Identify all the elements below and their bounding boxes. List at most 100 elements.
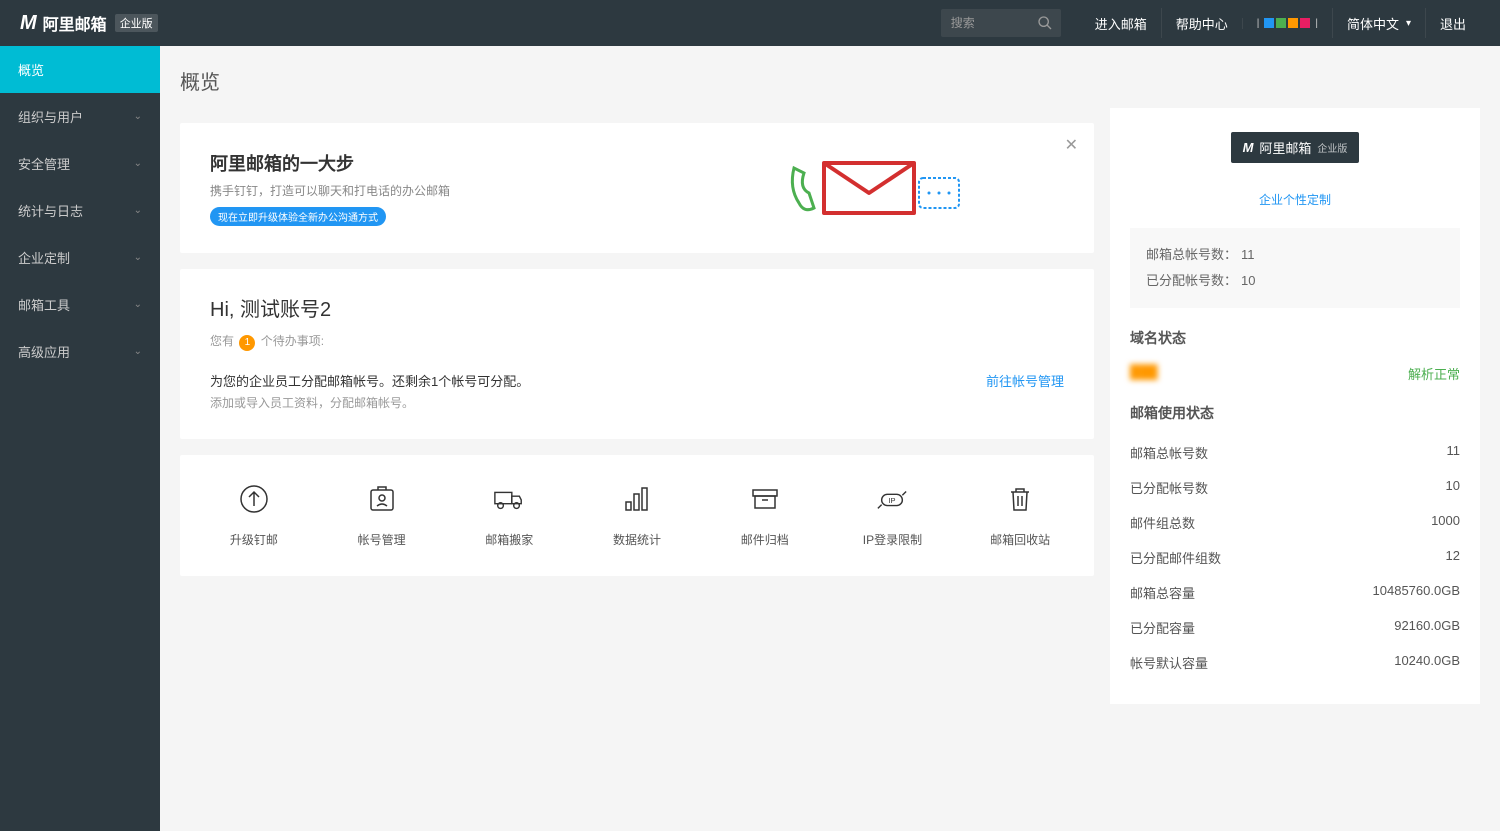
usage-label: 已分配邮件组数 — [1130, 548, 1221, 567]
upgrade-icon — [238, 483, 270, 515]
trash-icon — [1004, 483, 1036, 515]
assign-subtext: 添加或导入员工资料，分配邮箱帐号。 — [210, 394, 529, 411]
todo-count-badge: 1 — [239, 335, 255, 351]
qa-label: 邮件归档 — [701, 531, 829, 548]
chevron-down-icon: ⌄ — [134, 205, 142, 216]
chevron-down-icon: ⌄ — [134, 299, 142, 310]
language-selector[interactable]: 简体中文 — [1332, 8, 1425, 38]
usage-row: 已分配容量 92160.0GB — [1130, 610, 1460, 645]
qa-label: 帐号管理 — [318, 531, 446, 548]
account-icon — [366, 483, 398, 515]
sidebar-item-label: 邮箱工具 — [18, 295, 70, 314]
logo-icon: M — [20, 12, 35, 35]
banner-title: 阿里邮箱的一大步 — [210, 150, 450, 176]
sidebar-item-enterprise-custom[interactable]: 企业定制 ⌄ — [0, 234, 160, 281]
banner-cta-pill[interactable]: 现在立即升级体验全新办公沟通方式 — [210, 207, 386, 226]
sidebar-item-stats-logs[interactable]: 统计与日志 ⌄ — [0, 187, 160, 234]
qa-upgrade-dingmail[interactable]: 升级钉邮 — [190, 475, 318, 556]
usage-label: 已分配容量 — [1130, 618, 1195, 637]
stat-value: 11 — [1241, 242, 1255, 268]
sidebar-item-security[interactable]: 安全管理 ⌄ — [0, 140, 160, 187]
top-header: M 阿里邮箱 企业版 进入邮箱 帮助中心 | | 简体中文 退出 — [0, 0, 1500, 46]
assign-text: 为您的企业员工分配邮箱帐号。还剩余1个帐号可分配。 — [210, 371, 529, 390]
truck-icon — [493, 483, 525, 515]
usage-row: 已分配帐号数10 — [1130, 470, 1460, 505]
logo-text: 阿里邮箱 — [43, 11, 107, 35]
promo-banner: 阿里邮箱的一大步 携手钉钉，打造可以聊天和打电话的办公邮箱 现在立即升级体验全新… — [180, 123, 1094, 253]
stat-label: 邮箱总帐号数： — [1146, 242, 1237, 268]
sidebar-item-label: 安全管理 — [18, 154, 70, 173]
sidebar-item-org-users[interactable]: 组织与用户 ⌄ — [0, 93, 160, 140]
usage-value: 1000 — [1431, 513, 1460, 532]
sidebar-item-overview[interactable]: 概览 — [0, 46, 160, 93]
sidebar-item-label: 概览 — [18, 60, 44, 79]
usage-row: 邮箱总容量 10485760.0GB — [1130, 575, 1460, 610]
banner-illustration — [450, 148, 1064, 228]
usage-value: 10 — [1446, 478, 1460, 497]
domain-name-hidden: ███ — [1130, 364, 1158, 383]
usage-value: 11 — [1447, 443, 1461, 462]
usage-row: 邮件组总数 1000 — [1130, 505, 1460, 540]
qa-label: 升级钉邮 — [190, 531, 318, 548]
qa-data-stats[interactable]: 数据统计 — [573, 475, 701, 556]
logo-badge: 企业版 — [115, 14, 158, 32]
qa-label: 邮箱回收站 — [956, 531, 1084, 548]
theme-swatches[interactable]: | | — [1242, 18, 1332, 29]
brand-text: 阿里邮箱 — [1259, 138, 1311, 157]
domain-status-value: 解析正常 — [1408, 364, 1460, 383]
qa-mail-migration[interactable]: 邮箱搬家 — [445, 475, 573, 556]
usage-label: 帐号默认容量 — [1130, 653, 1208, 672]
usage-value: 10485760.0GB — [1373, 583, 1460, 602]
help-center-link[interactable]: 帮助中心 — [1161, 8, 1242, 38]
sidebar-item-mail-tools[interactable]: 邮箱工具 ⌄ — [0, 281, 160, 328]
usage-label: 邮箱总帐号数 — [1130, 443, 1208, 462]
sidebar-item-advanced[interactable]: 高级应用 ⌄ — [0, 328, 160, 375]
usage-status-title: 邮箱使用状态 — [1130, 403, 1460, 423]
todo-suffix: 个待办事项: — [261, 334, 324, 348]
qa-ip-login-limit[interactable]: IP IP登录限制 — [829, 475, 957, 556]
qa-mail-trash[interactable]: 邮箱回收站 — [956, 475, 1084, 556]
enterprise-custom-link[interactable]: 企业个性定制 — [1130, 191, 1460, 208]
usage-row: 帐号默认容量 10240.0GB — [1130, 645, 1460, 680]
banner-subtitle: 携手钉钉，打造可以聊天和打电话的办公邮箱 — [210, 182, 450, 199]
qa-label: 数据统计 — [573, 531, 701, 548]
usage-label: 邮件组总数 — [1130, 513, 1195, 532]
quick-actions-card: 升级钉邮 帐号管理 邮箱搬家 数据统计 邮件归档 — [180, 455, 1094, 576]
right-panel: M 阿里邮箱 企业版 企业个性定制 邮箱总帐号数： 11 已分配帐号数： 10 — [1110, 108, 1480, 704]
enter-mail-link[interactable]: 进入邮箱 — [1081, 8, 1161, 38]
chart-icon — [621, 483, 653, 515]
todo-prefix: 您有 — [210, 334, 234, 348]
ip-icon: IP — [876, 483, 908, 515]
usage-row: 邮箱总帐号数 11 — [1130, 435, 1460, 470]
todo-line: 您有 1 个待办事项: — [210, 332, 1064, 351]
sidebar-item-label: 企业定制 — [18, 248, 70, 267]
stat-box: 邮箱总帐号数： 11 已分配帐号数： 10 — [1130, 228, 1460, 308]
close-icon[interactable]: ✕ — [1065, 135, 1078, 155]
domain-status-title: 域名状态 — [1130, 328, 1460, 348]
logout-link[interactable]: 退出 — [1425, 8, 1480, 38]
sidebar-item-label: 统计与日志 — [18, 201, 83, 220]
qa-mail-archive[interactable]: 邮件归档 — [701, 475, 829, 556]
qa-account-mgmt[interactable]: 帐号管理 — [318, 475, 446, 556]
logo[interactable]: M 阿里邮箱 企业版 — [20, 11, 158, 35]
sidebar-item-label: 组织与用户 — [18, 107, 83, 126]
stat-label: 已分配帐号数： — [1146, 268, 1237, 294]
qa-label: 邮箱搬家 — [445, 531, 573, 548]
brand-box: M 阿里邮箱 企业版 — [1130, 132, 1460, 163]
chevron-down-icon: ⌄ — [134, 252, 142, 263]
brand-logo-icon: M — [1243, 140, 1254, 155]
search-icon[interactable] — [1037, 15, 1053, 34]
go-account-mgmt-link[interactable]: 前往帐号管理 — [986, 371, 1064, 390]
qa-label: IP登录限制 — [829, 531, 957, 548]
brand-badge: 企业版 — [1317, 140, 1347, 155]
usage-label: 邮箱总容量 — [1130, 583, 1195, 602]
chevron-down-icon: ⌄ — [134, 158, 142, 169]
chevron-down-icon: ⌄ — [134, 346, 142, 357]
usage-value: 92160.0GB — [1394, 618, 1460, 637]
svg-text:IP: IP — [889, 496, 896, 505]
page-title: 概览 — [180, 66, 1094, 95]
stat-value: 10 — [1241, 268, 1255, 294]
search-box — [941, 9, 1061, 37]
sidebar: 概览 组织与用户 ⌄ 安全管理 ⌄ 统计与日志 ⌄ 企业定制 ⌄ 邮箱工具 ⌄ … — [0, 46, 160, 831]
usage-value: 10240.0GB — [1394, 653, 1460, 672]
